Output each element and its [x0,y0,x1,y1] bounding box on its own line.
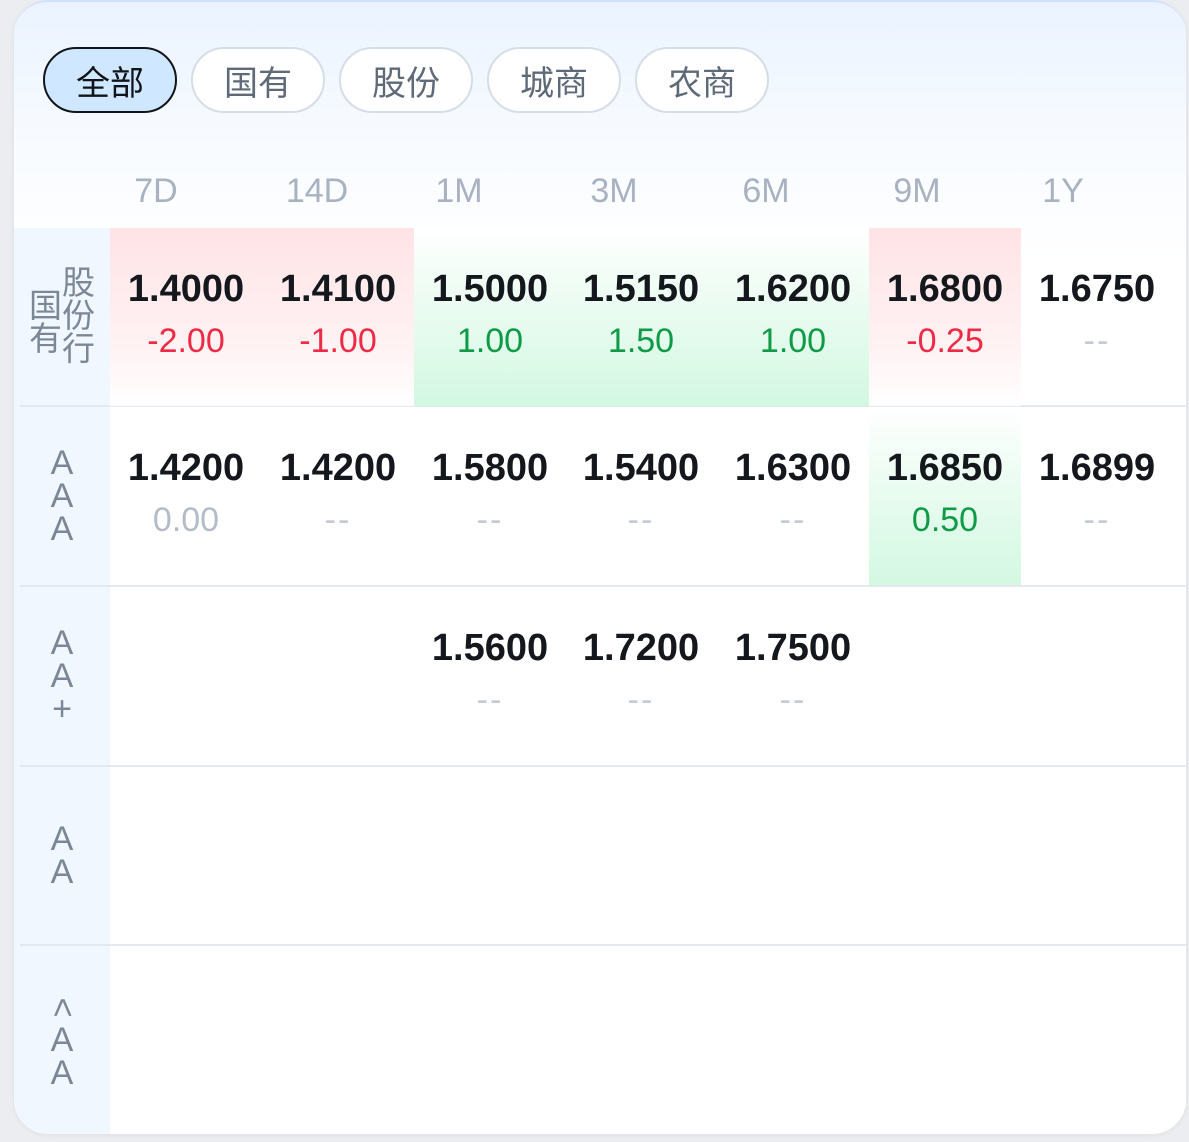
rate-change: -0.25 [906,322,984,360]
row-divider [20,765,1186,767]
row-label-char: 股 [62,262,95,302]
rate-cell[interactable]: 1.6750 -- [1021,228,1173,406]
row-label-char: 有 [29,319,62,358]
row-label-char: A [50,509,74,548]
rate-value: 1.6850 [886,447,1004,489]
rate-cell[interactable]: 1.7200 -- [565,587,717,765]
row-label-char: A [50,623,74,662]
rate-change: 1.00 [456,322,524,360]
rate-value: 1.7500 [734,627,852,669]
column-header-3m: 3M [590,172,638,210]
rate-cell-empty [262,587,414,765]
column-header-1y: 1Y [1042,172,1084,210]
rate-value: 1.7200 [582,627,700,669]
column-header-9m: 9M [893,172,941,210]
rate-cell[interactable]: 1.6899 -- [1021,407,1173,585]
rate-cell[interactable]: 1.6200 1.00 [717,228,869,406]
rate-cell[interactable]: 1.5800 -- [414,407,566,585]
rate-cell[interactable]: 1.7500 -- [717,587,869,765]
rate-value: 1.6300 [734,447,852,489]
rate-cell[interactable]: 1.4200 0.00 [110,407,262,585]
rate-cell[interactable]: 1.4000 -2.00 [110,228,262,406]
card-header-background [14,0,1186,262]
row-label-aa: A A [14,767,110,945]
rate-change: -- [779,681,807,719]
tab-joint-stock[interactable]: 股份 [339,47,473,113]
rate-value: 1.4100 [279,268,397,310]
rate-change: 0.50 [911,501,979,539]
row-label-char: A [50,853,74,891]
rate-change: -- [476,681,504,719]
rate-value: 1.5000 [431,268,549,310]
rate-change: -- [324,501,352,539]
row-label-char: 国 [29,286,62,325]
row-label-aa-plus: A A + [14,587,110,765]
row-label-char: 份 [62,295,95,335]
filter-tabs: 全部 国有 股份 城商 农商 [43,47,769,113]
row-label-char: < [43,997,82,1017]
rate-change: 1.00 [759,322,827,360]
rate-cell[interactable]: 1.6300 -- [717,407,869,585]
rate-value: 1.5400 [582,447,700,489]
rate-cell[interactable]: 1.4100 -1.00 [262,228,414,406]
tab-state-owned[interactable]: 国有 [191,47,325,113]
column-header-1m: 1M [435,172,483,210]
row-label-char: A [50,1053,74,1092]
row-label-char: + [52,689,72,728]
rate-cell-empty [1021,587,1173,765]
tab-rural-commercial[interactable]: 农商 [635,47,769,113]
rate-cell[interactable]: 1.6800 -0.25 [869,228,1021,406]
tab-city-commercial[interactable]: 城商 [487,47,621,113]
rate-cell-empty [869,587,1021,765]
rate-cell[interactable]: 1.6850 0.50 [869,407,1021,585]
row-label-char: A [50,656,74,695]
rate-value: 1.5800 [431,447,549,489]
rate-value: 1.5600 [431,627,549,669]
rate-cell[interactable]: 1.5400 -- [565,407,717,585]
column-header-14d: 14D [285,172,349,210]
rate-change: -- [627,501,655,539]
rate-value: 1.4200 [279,447,397,489]
rate-change: 1.50 [607,322,675,360]
rate-change: -- [627,681,655,719]
rate-value: 1.4200 [127,447,245,489]
rate-matrix-card: 全部 国有 股份 城商 农商 7D 14D 1M 3M 6M 9M 1Y 国 有… [14,0,1186,1134]
row-label-state-joint-stock: 国 有 股 份 行 [14,228,110,406]
rate-cell[interactable]: 1.4200 -- [262,407,414,585]
row-label-below-aa: < A A [14,946,110,1134]
row-label-char: A [50,1020,74,1059]
rate-change: -- [779,501,807,539]
rate-change: 0.00 [152,501,220,539]
rate-cell-empty [110,587,262,765]
rate-value: 1.5150 [582,268,700,310]
row-label-char: A [50,443,74,482]
rate-change: -1.00 [299,322,377,360]
tab-all[interactable]: 全部 [43,47,177,113]
row-label-char: A [50,820,74,858]
row-label-aaa: A A A [14,407,110,585]
row-divider [20,944,1186,946]
rate-change: -2.00 [147,322,225,360]
rate-change: -- [1083,501,1111,539]
rate-value: 1.4000 [127,268,245,310]
rate-change: -- [476,501,504,539]
row-label-char: A [50,476,74,515]
rate-value: 1.6750 [1038,268,1156,310]
row-label-char: 行 [62,328,95,368]
rate-cell[interactable]: 1.5600 -- [414,587,566,765]
rate-cell[interactable]: 1.5000 1.00 [414,228,566,406]
column-header-6m: 6M [742,172,790,210]
rate-value: 1.6200 [734,268,852,310]
rate-value: 1.6800 [886,268,1004,310]
column-header-7d: 7D [134,172,178,210]
rate-change: -- [1083,322,1111,360]
rate-cell[interactable]: 1.5150 1.50 [565,228,717,406]
rate-value: 1.6899 [1038,447,1156,489]
